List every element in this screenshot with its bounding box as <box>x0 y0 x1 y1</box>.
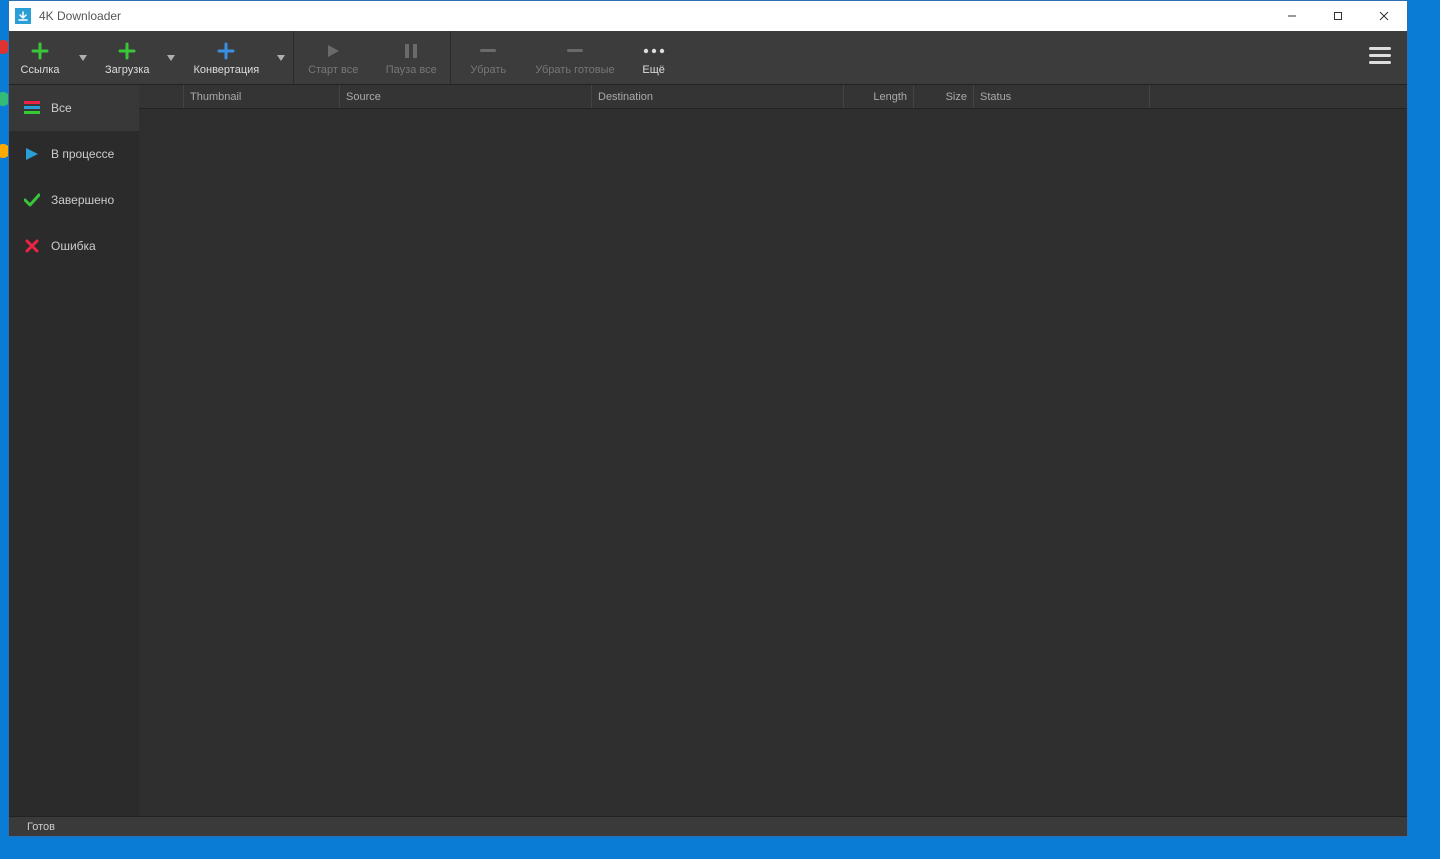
check-icon <box>23 193 41 207</box>
sidebar-item-error[interactable]: Ошибка <box>9 223 139 269</box>
column-thumbnail[interactable]: Thumbnail <box>183 85 339 108</box>
app-window: 4K Downloader Ссылка <box>8 0 1408 837</box>
menu-button[interactable] <box>1353 31 1407 84</box>
convert-button[interactable]: Конвертация <box>183 31 269 84</box>
desktop-background <box>0 0 8 859</box>
link-dropdown[interactable] <box>71 31 95 84</box>
column-checkbox[interactable] <box>139 85 183 108</box>
remove-label: Убрать <box>470 64 506 76</box>
column-size[interactable]: Size <box>913 85 973 108</box>
play-icon <box>325 40 341 62</box>
maximize-button[interactable] <box>1315 1 1361 31</box>
app-icon <box>15 8 31 24</box>
column-destination[interactable]: Destination <box>591 85 843 108</box>
content-area: Thumbnail Source Destination Length Size… <box>139 85 1407 816</box>
sidebar-item-label: Завершено <box>51 193 114 207</box>
remove-button[interactable]: Убрать <box>451 31 525 84</box>
status-text: Готов <box>17 821 65 833</box>
titlebar[interactable]: 4K Downloader <box>9 1 1407 31</box>
link-label: Ссылка <box>21 64 60 76</box>
close-button[interactable] <box>1361 1 1407 31</box>
download-label: Загрузка <box>105 64 149 76</box>
sidebar-item-label: Все <box>51 101 72 115</box>
minus-icon <box>480 40 496 62</box>
pause-all-label: Пауза все <box>386 64 437 76</box>
sidebar-item-label: Ошибка <box>51 239 96 253</box>
sidebar-item-label: В процессе <box>51 147 114 161</box>
toolbar: Ссылка Загрузка Конвертация <box>9 31 1407 85</box>
plus-icon <box>118 40 136 62</box>
list-icon <box>23 101 41 115</box>
pause-all-button[interactable]: Пауза все <box>372 31 450 84</box>
play-icon <box>23 147 41 161</box>
more-button[interactable]: Ещё <box>625 31 683 84</box>
convert-dropdown[interactable] <box>269 31 293 84</box>
sidebar: Все В процессе Завершено Ошибка <box>9 85 139 816</box>
download-button[interactable]: Загрузка <box>95 31 159 84</box>
remove-done-label: Убрать готовые <box>535 64 614 76</box>
statusbar: Готов <box>9 816 1407 836</box>
remove-done-button[interactable]: Убрать готовые <box>525 31 624 84</box>
minus-icon <box>567 40 583 62</box>
download-dropdown[interactable] <box>159 31 183 84</box>
column-length[interactable]: Length <box>843 85 913 108</box>
window-title: 4K Downloader <box>39 9 121 23</box>
more-label: Ещё <box>642 64 665 76</box>
plus-icon <box>217 40 235 62</box>
convert-label: Конвертация <box>193 64 259 76</box>
plus-icon <box>31 40 49 62</box>
sidebar-item-all[interactable]: Все <box>9 85 139 131</box>
sidebar-item-inprogress[interactable]: В процессе <box>9 131 139 177</box>
start-all-label: Старт все <box>308 64 358 76</box>
column-filler <box>1149 85 1407 108</box>
windows-taskbar[interactable] <box>0 837 1440 859</box>
pause-icon <box>404 40 418 62</box>
dots-icon <box>643 40 665 62</box>
column-source[interactable]: Source <box>339 85 591 108</box>
sidebar-item-completed[interactable]: Завершено <box>9 177 139 223</box>
column-headers: Thumbnail Source Destination Length Size… <box>139 85 1407 109</box>
column-status[interactable]: Status <box>973 85 1149 108</box>
grid-body[interactable] <box>139 109 1407 816</box>
minimize-button[interactable] <box>1269 1 1315 31</box>
link-button[interactable]: Ссылка <box>9 31 71 84</box>
x-icon <box>23 239 41 253</box>
start-all-button[interactable]: Старт все <box>294 31 372 84</box>
hamburger-icon <box>1369 47 1391 68</box>
